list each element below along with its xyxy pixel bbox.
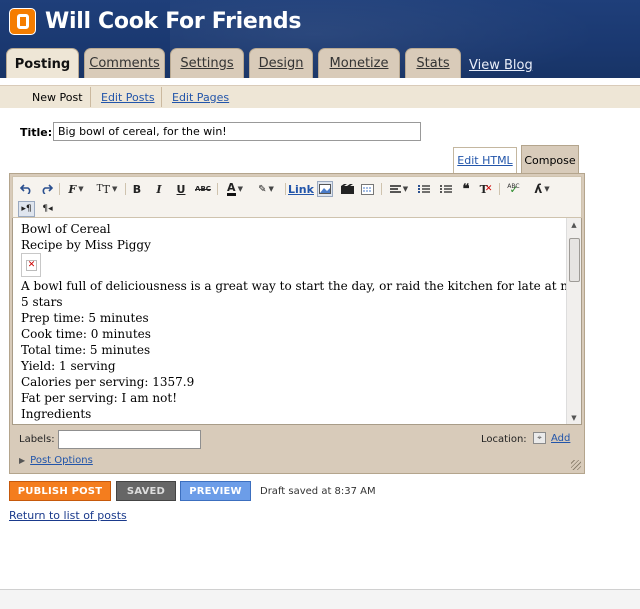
remove-formatting-icon[interactable]: T ✕ [479, 181, 493, 197]
redo-icon[interactable] [39, 181, 53, 197]
post-options-toggle[interactable]: ▶ Post Options [19, 455, 93, 466]
text-color-icon[interactable]: A ▼ [223, 181, 247, 197]
scroll-down-arrow-icon[interactable]: ▼ [567, 411, 581, 424]
bullet-list-icon[interactable] [439, 181, 453, 197]
footer-bar [0, 590, 640, 609]
map-location-icon[interactable]: ⌖ [533, 432, 546, 444]
insert-image-icon[interactable] [317, 181, 333, 197]
blog-title: Will Cook For Friends [45, 9, 302, 34]
tab-posting[interactable]: Posting [6, 48, 79, 78]
content-line: A bowl full of deliciousness is a great … [21, 279, 582, 293]
location-label: Location: [481, 434, 527, 445]
draft-status-text: Draft saved at 8:37 AM [260, 486, 376, 497]
tab-stats[interactable]: Stats [405, 48, 461, 78]
editor-scrollbar[interactable]: ▲ ▼ [566, 218, 581, 424]
jump-break-icon[interactable] [359, 181, 375, 197]
content-line: Bowl of Cereal [21, 222, 111, 236]
link-button[interactable]: Link [288, 181, 314, 197]
blogger-logo-icon[interactable] [9, 8, 36, 35]
subtab-edit-posts[interactable]: Edit Posts [90, 87, 165, 107]
compose-tab[interactable]: Compose [521, 145, 579, 174]
blockquote-icon[interactable]: ❝ [459, 181, 473, 197]
input-language-icon[interactable]: ʎ ▼ [529, 181, 555, 197]
spellcheck-icon[interactable]: ABC ✓ [505, 181, 521, 197]
strikethrough-icon[interactable]: ABC [195, 181, 211, 197]
posting-subnav: New Post Edit Posts Edit Pages [0, 78, 640, 108]
subtab-new-post[interactable]: New Post [22, 87, 93, 107]
italic-icon[interactable]: I [153, 181, 165, 197]
insert-video-icon[interactable] [339, 181, 355, 197]
labels-label: Labels: [19, 434, 55, 445]
resize-grip-icon[interactable] [571, 460, 581, 470]
expand-arrow-icon: ▶ [19, 456, 26, 465]
content-line: Prep time: 5 minutes [21, 311, 149, 325]
ltr-direction-icon[interactable]: ▸¶ [18, 201, 35, 217]
content-line: 5 stars [21, 295, 63, 309]
broken-image-icon[interactable]: ✕ [21, 253, 41, 277]
underline-icon[interactable]: U [175, 181, 187, 197]
font-size-icon[interactable]: T T ▼ [95, 181, 119, 197]
tab-settings[interactable]: Settings [170, 48, 244, 78]
labels-row: Labels: Location: ⌖ Add [10, 430, 584, 452]
tab-design[interactable]: Design [249, 48, 313, 78]
post-title-input[interactable]: Big bowl of cereal, for the win! [53, 122, 421, 141]
bold-icon[interactable]: B [131, 181, 143, 197]
add-location-link[interactable]: Add [551, 433, 570, 444]
content-line: Fat per serving: I am not! [21, 391, 178, 405]
return-to-posts-link[interactable]: Return to list of posts [9, 509, 127, 522]
tab-comments[interactable]: Comments [84, 48, 165, 78]
scrollbar-thumb[interactable] [569, 238, 580, 282]
post-body-editor[interactable]: Bowl of Cereal Recipe by Miss Piggy ✕ A … [12, 218, 582, 425]
tab-monetize[interactable]: Monetize [318, 48, 400, 78]
rtl-direction-icon[interactable]: ¶◂ [39, 201, 56, 217]
content-line: Recipe by Miss Piggy [21, 238, 151, 252]
content-line: Yield: 1 serving [21, 359, 116, 373]
numbered-list-icon[interactable] [417, 181, 431, 197]
post-editor: F ▼ T T ▼ B I U ABC A ▼ ✎ ▼ Link ▼ ❝ T ✕… [9, 173, 585, 474]
main-tabs: Posting Comments Settings Design Monetiz… [6, 48, 466, 78]
view-blog-link[interactable]: View Blog [469, 58, 533, 73]
preview-button[interactable]: PREVIEW [180, 481, 251, 501]
subtab-edit-pages[interactable]: Edit Pages [161, 87, 239, 107]
scroll-up-arrow-icon[interactable]: ▲ [567, 218, 581, 232]
align-icon[interactable]: ▼ [387, 181, 411, 197]
edit-html-tab[interactable]: Edit HTML [453, 147, 517, 173]
content-line: Total time: 5 minutes [21, 343, 151, 357]
labels-input[interactable] [58, 430, 201, 449]
content-line: Calories per serving: 1357.9 [21, 375, 195, 389]
title-label: Title: [20, 126, 53, 139]
content-line: Ingredients [21, 407, 92, 421]
font-family-icon[interactable]: F ▼ [65, 181, 87, 197]
content-line: Cook time: 0 minutes [21, 327, 151, 341]
blogger-header: Will Cook For Friends Posting Comments S… [0, 0, 640, 78]
save-draft-button[interactable]: SAVED [116, 481, 176, 501]
editor-toolbar: F ▼ T T ▼ B I U ABC A ▼ ✎ ▼ Link ▼ ❝ T ✕… [12, 176, 582, 218]
publish-post-button[interactable]: PUBLISH POST [9, 481, 111, 501]
undo-icon[interactable] [19, 181, 33, 197]
highlight-color-icon[interactable]: ✎ ▼ [254, 181, 278, 197]
